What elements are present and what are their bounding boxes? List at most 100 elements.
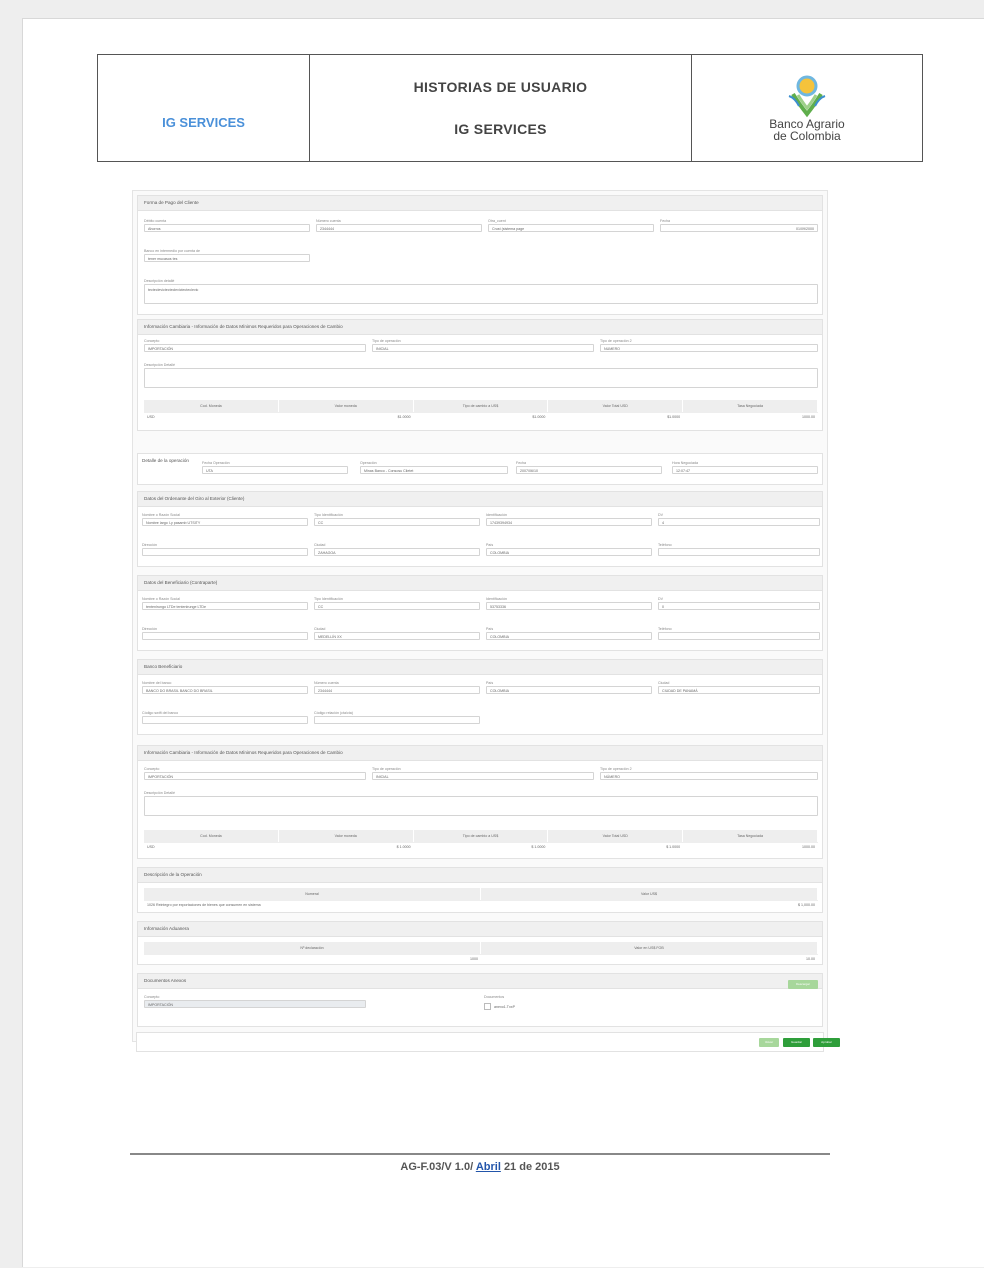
field-bb-pais: País COLOMBIA: [486, 680, 652, 694]
field-ord-ciudad: Ciudad ZAHAGOA: [314, 542, 480, 556]
hora-negociada-input[interactable]: 12:07:47: [672, 466, 818, 474]
table-cell: $1.0000: [278, 412, 414, 422]
table-cell: 1000.00: [683, 842, 818, 852]
ben-identificacion-input[interactable]: 53753336: [486, 602, 652, 610]
table-cell: $ 1,000.00: [481, 900, 818, 910]
section-info-cambiaria-1: Información Cambiaria - Información de D…: [137, 319, 823, 431]
section-title: Forma de Pago del Cliente: [138, 196, 822, 211]
section-informacion-aduanera: Información Aduanera Nº declaración Valo…: [137, 921, 823, 965]
field-debito-cuenta: Débito cuenta Ahorros: [144, 218, 310, 232]
table-cell: USD: [144, 842, 279, 852]
field-ben-dv: DV 0: [658, 596, 820, 610]
table-cell: 10.00: [481, 954, 818, 964]
field-bb-cuenta: Número cuenta 2344444: [314, 680, 480, 694]
table-cell: 1000: [144, 954, 481, 964]
section-title: Información Cambiaria - Información de D…: [138, 746, 822, 761]
section-documentos-anexos: Documentos Anexos Concepto IMPORTACIÓN D…: [137, 973, 823, 1027]
ben-dv-input[interactable]: 0: [658, 602, 820, 610]
debito-cuenta-input[interactable]: Ahorros: [144, 224, 310, 232]
table-header: Valor en US$ FOB: [481, 942, 818, 954]
bb-ciudad-input[interactable]: CIUDAD DE PANAMÁ: [658, 686, 820, 694]
tipo-operacion-b-select[interactable]: INICIAL: [372, 772, 594, 780]
footer-version: AG-F.03/V 1.0/ Abril 21 de 2015: [130, 1161, 830, 1173]
tipo-operacion-select[interactable]: INICIAL: [372, 344, 594, 352]
ben-tipo-id-select[interactable]: CC: [314, 602, 480, 610]
tipo-operacion-2-select[interactable]: NUMERO: [600, 344, 818, 352]
field-ord-pais: País COLOMBIA: [486, 542, 652, 556]
table-cell: $1.0000: [413, 412, 549, 422]
ben-telefono-input[interactable]: [658, 632, 820, 640]
download-button[interactable]: Descargar: [788, 980, 818, 989]
otra-cuenta-input[interactable]: Crust (sistema page: [488, 224, 654, 232]
ord-ciudad-input[interactable]: ZAHAGOA: [314, 548, 480, 556]
field-banco-intermedio: Banco en intermedio por cuenta de tener …: [144, 248, 310, 262]
fecha-operacion-input[interactable]: UTA: [202, 466, 348, 474]
table-header: Valor Total USD: [548, 400, 684, 412]
field-ben-pais: País COLOMBIA: [486, 626, 652, 640]
ord-nombre-input[interactable]: Nombre largo I-y pasamb UTSITY: [142, 518, 308, 526]
field-otra-cuenta: Otra_cuent Crust (sistema page: [488, 218, 654, 232]
table-cell: $ 1.0000: [548, 842, 684, 852]
field-concepto: Concepto IMPORTACIÓN: [144, 338, 366, 352]
field-ben-ciudad: Ciudad MEDELLÍN XX: [314, 626, 480, 640]
volver-button[interactable]: Volver: [759, 1038, 779, 1047]
field-tipo-operacion: Tipo de operación INICIAL: [372, 338, 594, 352]
field-ord-tipo-id: Tipo Identificación CC: [314, 512, 480, 526]
footer-prefix: AG-F.03/V 1.0/: [400, 1161, 474, 1173]
ben-direccion-input[interactable]: [142, 632, 308, 640]
header-center-cell: HISTORIAS DE USUARIO IG SERVICES: [310, 55, 692, 161]
doc-concepto-select[interactable]: IMPORTACIÓN: [144, 1000, 366, 1008]
concepto-2-select[interactable]: IMPORTACIÓN: [144, 772, 366, 780]
field-bb-swift: Código swift del banco: [142, 710, 308, 724]
banco-intermedio-input[interactable]: tener mucasos tes: [144, 254, 310, 262]
fecha-input[interactable]: 01/09/2000: [660, 224, 818, 232]
table-cell: $ 1.0000: [413, 842, 549, 852]
operacion-input[interactable]: Minas Banco - Consosu Clietet: [360, 466, 508, 474]
field-bb-nombre: Nombre del banco BANCO DO BRASIL BANCO DO…: [142, 680, 308, 694]
section-title: Información Aduanera: [138, 922, 822, 937]
descripcion-detalle-textarea[interactable]: tecteclevictecteclevictecteclevic: [144, 284, 818, 304]
descripcion-2-textarea[interactable]: [144, 796, 818, 816]
document-filename: anexo1.TxxP: [494, 1004, 515, 1009]
ord-direccion-input[interactable]: [142, 548, 308, 556]
ord-dv-input[interactable]: 4: [658, 518, 820, 526]
concepto-select[interactable]: IMPORTACIÓN: [144, 344, 366, 352]
numeral-table: Numeral Valor US$ 1026 Reintegro por exp…: [144, 888, 818, 910]
ord-tipo-id-select[interactable]: CC: [314, 518, 480, 526]
declaracion-table: Nº declaración Valor en US$ FOB 1000 10.…: [144, 942, 818, 964]
bank-logo-line2: de Colombia: [773, 129, 841, 143]
field-ben-tipo-id: Tipo Identificación CC: [314, 596, 480, 610]
tipo-operacion-b2-select[interactable]: NÚMERO: [600, 772, 818, 780]
bb-cuenta-input[interactable]: 2344444: [314, 686, 480, 694]
field-operacion: Operación Minas Banco - Consosu Clietet: [360, 460, 508, 474]
field-ben-telefono: Teléfono: [658, 626, 820, 640]
bb-swift-input[interactable]: [142, 716, 308, 724]
bb-pais-input[interactable]: COLOMBIA: [486, 686, 652, 694]
fecha-op-input[interactable]: 2007/06/10: [516, 466, 662, 474]
section-title: Detalle de la operación: [142, 458, 189, 463]
ben-nombre-input[interactable]: tentenlrungo LTDe tentenlrunge LTDe: [142, 602, 308, 610]
ben-ciudad-input[interactable]: MEDELLÍN XX: [314, 632, 480, 640]
field-descripcion-detalle: Descripción detallé tecteclevictecteclev…: [144, 278, 818, 304]
field-tipo-operacion-b2: Tipo de operación 2 NÚMERO: [600, 766, 818, 780]
ord-telefono-input[interactable]: [658, 548, 820, 556]
header-center-line1: HISTORIAS DE USUARIO: [413, 79, 588, 95]
table-header: Cod. Moneda: [144, 400, 279, 412]
section-forma-pago: Forma de Pago del Cliente Débito cuenta …: [137, 195, 823, 315]
numero-cuenta-input[interactable]: 2344444: [316, 224, 482, 232]
table-cell: 1026 Reintegro por exportaciones de bien…: [144, 900, 481, 910]
bb-relacion-input[interactable]: [314, 716, 480, 724]
bb-nombre-input[interactable]: BANCO DO BRASIL BANCO DO BRASIL: [142, 686, 308, 694]
moneda-table-2: Cod. Moneda Valor moneda Tipo de cambio …: [144, 830, 818, 852]
table-header: Cod. Moneda: [144, 830, 279, 842]
footer-suffix: 21 de 2015: [503, 1161, 560, 1173]
descripcion-textarea[interactable]: [144, 368, 818, 388]
aprobar-button[interactable]: Aprobar: [813, 1038, 840, 1047]
document-checkbox[interactable]: [484, 1003, 491, 1010]
ord-pais-input[interactable]: COLOMBIA: [486, 548, 652, 556]
table-header: Numeral: [144, 888, 481, 900]
embedded-form-screenshot: Forma de Pago del Cliente Débito cuenta …: [132, 190, 828, 1042]
guardar-button[interactable]: Guardar: [783, 1038, 810, 1047]
ord-identificacion-input[interactable]: 17439394934: [486, 518, 652, 526]
ben-pais-input[interactable]: COLOMBIA: [486, 632, 652, 640]
